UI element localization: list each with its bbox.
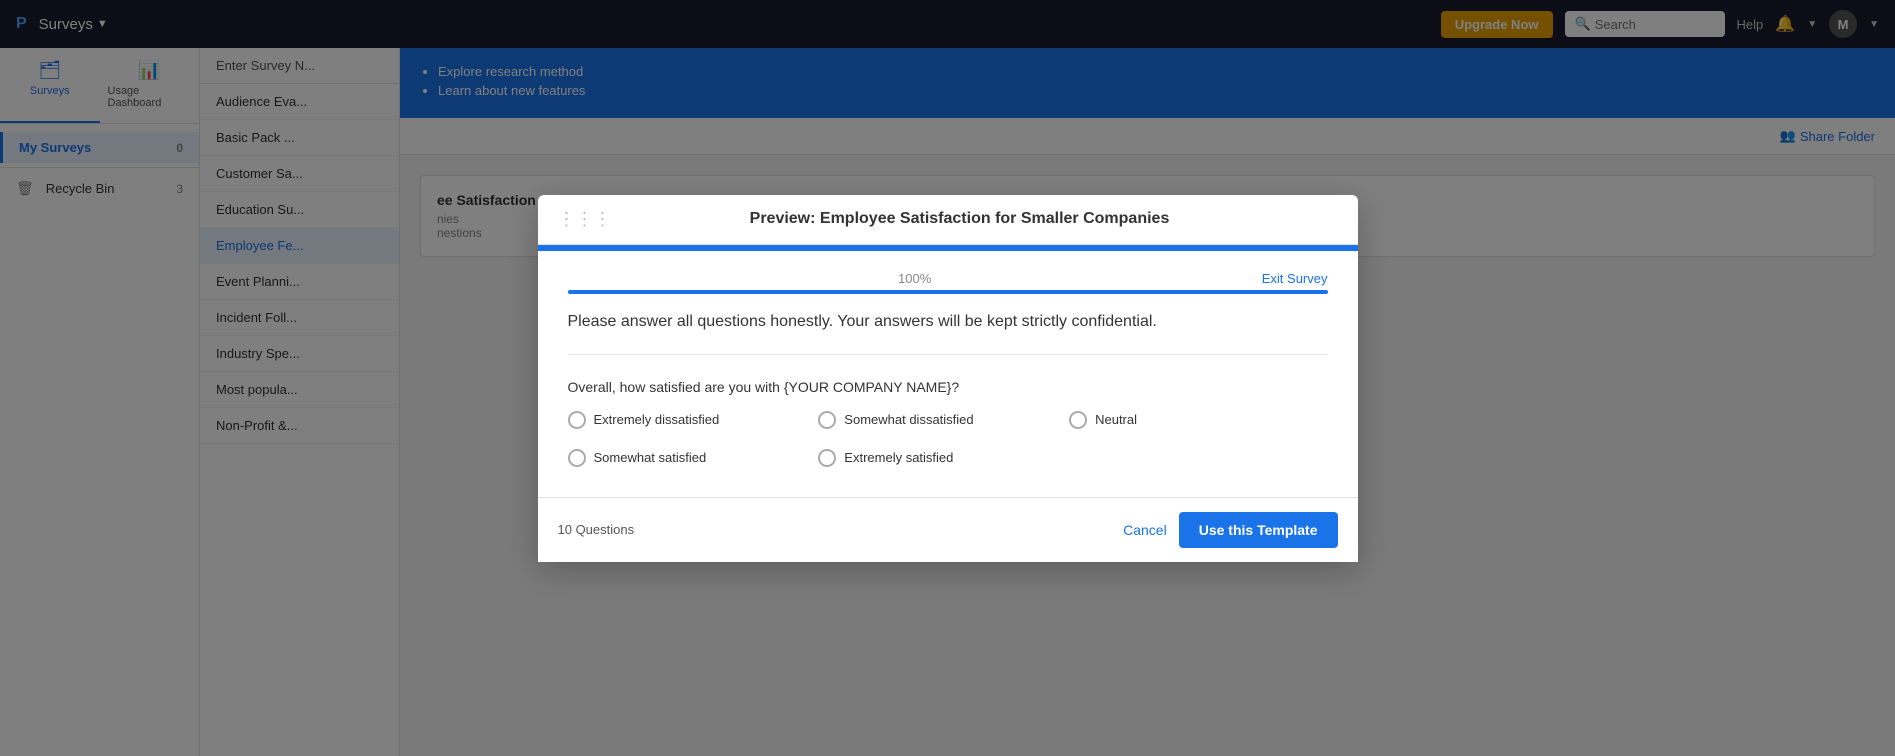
label-extremely-dissatisfied[interactable]: Extremely dissatisfied xyxy=(594,412,720,427)
label-neutral[interactable]: Neutral xyxy=(1095,412,1137,427)
progress-section: Exit Survey 100% xyxy=(568,271,1328,294)
use-template-button[interactable]: Use this Template xyxy=(1179,512,1338,548)
survey-options: Extremely dissatisfied Somewhat dissatis… xyxy=(568,411,1328,477)
footer-actions: Cancel Use this Template xyxy=(1123,512,1337,548)
label-somewhat-dissatisfied[interactable]: Somewhat dissatisfied xyxy=(844,412,973,427)
label-somewhat-satisfied[interactable]: Somewhat satisfied xyxy=(594,450,707,465)
modal-header: ⋮⋮⋮ Preview: Employee Satisfaction for S… xyxy=(538,195,1358,245)
radio-somewhat-dissatisfied[interactable] xyxy=(818,411,836,429)
option-extremely-dissatisfied: Extremely dissatisfied xyxy=(568,411,819,429)
option-somewhat-satisfied: Somewhat satisfied xyxy=(568,449,819,467)
label-extremely-satisfied[interactable]: Extremely satisfied xyxy=(844,450,953,465)
cancel-button[interactable]: Cancel xyxy=(1123,522,1167,538)
radio-somewhat-satisfied[interactable] xyxy=(568,449,586,467)
option-somewhat-dissatisfied: Somewhat dissatisfied xyxy=(818,411,1069,429)
option-extremely-satisfied: Extremely satisfied xyxy=(818,449,1069,467)
modal-title: Preview: Employee Satisfaction for Small… xyxy=(612,210,1308,228)
option-neutral: Neutral xyxy=(1069,411,1320,429)
progress-fill xyxy=(568,290,1328,294)
modal-body: Exit Survey 100% Please answer all quest… xyxy=(538,245,1358,497)
modal-scroll-area[interactable]: Exit Survey 100% Please answer all quest… xyxy=(538,251,1358,497)
survey-question-text: Overall, how satisfied are you with {YOU… xyxy=(568,379,1328,395)
radio-neutral[interactable] xyxy=(1069,411,1087,429)
modal-footer: 10 Questions Cancel Use this Template xyxy=(538,497,1358,562)
drag-handle-icon[interactable]: ⋮⋮⋮ xyxy=(558,209,612,230)
survey-intro-text: Please answer all questions honestly. Yo… xyxy=(568,310,1328,355)
radio-extremely-dissatisfied[interactable] xyxy=(568,411,586,429)
progress-label: 100% xyxy=(568,271,1328,286)
preview-modal: ⋮⋮⋮ Preview: Employee Satisfaction for S… xyxy=(538,195,1358,562)
progress-track xyxy=(568,290,1328,294)
modal-overlay: ⋮⋮⋮ Preview: Employee Satisfaction for S… xyxy=(0,0,1895,756)
questions-count: 10 Questions xyxy=(558,522,635,537)
modal-scroll-inner: Exit Survey 100% Please answer all quest… xyxy=(538,251,1358,497)
radio-extremely-satisfied[interactable] xyxy=(818,449,836,467)
exit-survey-link[interactable]: Exit Survey xyxy=(1262,271,1328,286)
